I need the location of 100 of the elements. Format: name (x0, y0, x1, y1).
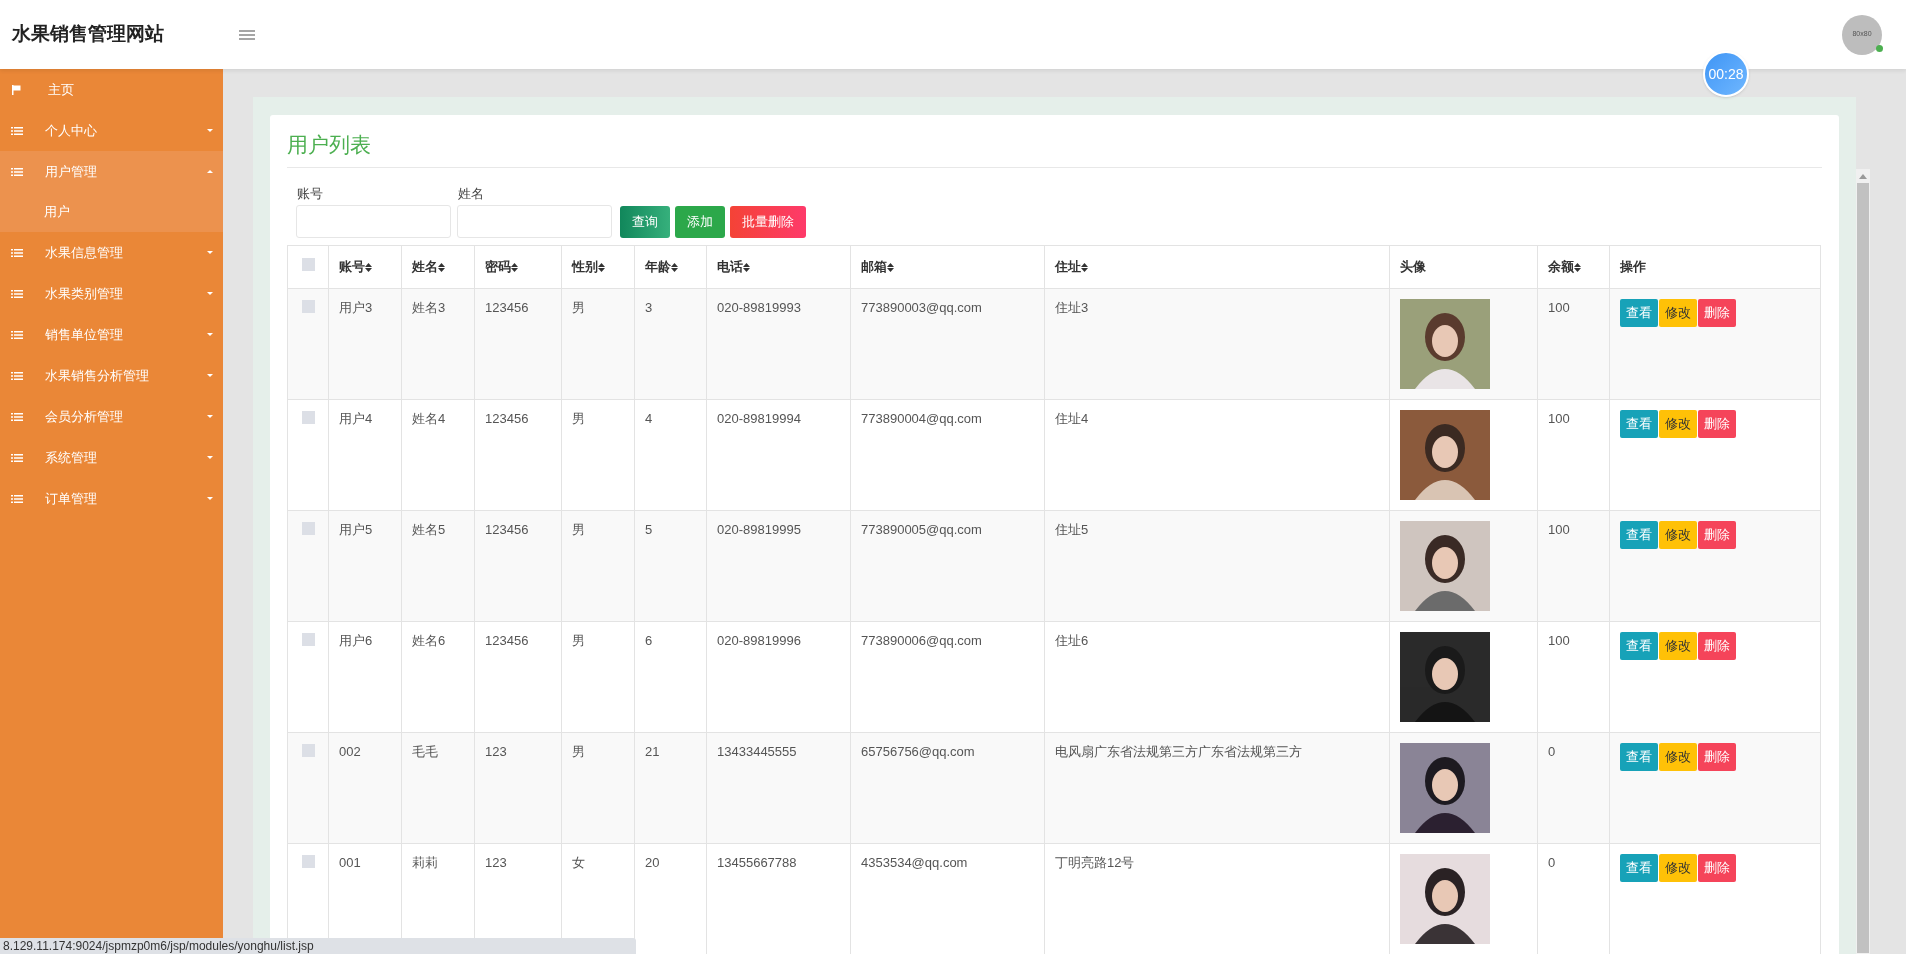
delete-button[interactable]: 删除 (1698, 743, 1736, 771)
sidebar-item[interactable]: 销售单位管理 (0, 314, 223, 355)
table-cell: 用户3 (339, 300, 373, 315)
flag-icon (11, 83, 23, 96)
table-cell: 100 (1548, 411, 1570, 426)
table-cell: 020-89819994 (717, 411, 801, 426)
table-cell: 住址5 (1055, 522, 1089, 537)
list-icon (11, 165, 23, 178)
batch-delete-button[interactable]: 批量删除 (730, 206, 806, 238)
delete-button[interactable]: 删除 (1698, 410, 1736, 438)
list-icon (11, 287, 23, 300)
add-button[interactable]: 添加 (675, 206, 725, 238)
table-cell: 住址3 (1055, 300, 1089, 315)
sort-icon (671, 262, 678, 272)
table-cell: 0 (1548, 855, 1556, 870)
column-header[interactable]: 电话 (717, 257, 750, 277)
view-button[interactable]: 查看 (1620, 743, 1658, 771)
edit-button[interactable]: 修改 (1659, 410, 1697, 438)
field-label: 账号 (297, 184, 324, 203)
sidebar-item[interactable]: 个人中心 (0, 110, 223, 151)
table-cell: 毛毛 (412, 744, 438, 759)
caret-icon (207, 415, 213, 418)
table-cell: 002 (339, 744, 361, 759)
table-cell: 男 (572, 300, 585, 315)
edit-button[interactable]: 修改 (1659, 632, 1697, 660)
list-icon (11, 451, 23, 464)
checkbox[interactable] (301, 300, 315, 313)
table-cell: 6 (645, 633, 653, 648)
input-field[interactable] (296, 205, 451, 238)
checkbox[interactable] (301, 258, 315, 272)
sidebar-item[interactable]: 主页 (0, 69, 223, 110)
table-cell: 3 (645, 300, 653, 315)
input-field[interactable] (457, 205, 612, 238)
sort-icon (887, 262, 894, 272)
list-icon (11, 369, 23, 382)
delete-button[interactable]: 删除 (1698, 299, 1736, 327)
sort-icon (1081, 262, 1088, 272)
query-button[interactable]: 查询 (620, 206, 670, 238)
sidebar-item[interactable]: 水果销售分析管理 (0, 355, 223, 396)
list-icon (11, 328, 23, 341)
list-icon (11, 410, 23, 423)
table-cell: 020-89819993 (717, 300, 801, 315)
column-header[interactable]: 密码 (485, 257, 518, 277)
checkbox[interactable] (301, 522, 315, 535)
table-cell: 女 (572, 855, 585, 870)
field-label: 姓名 (458, 184, 485, 203)
table-cell: 123456 (485, 300, 529, 315)
checkbox[interactable] (301, 744, 315, 757)
table-cell: 男 (572, 522, 585, 537)
delete-button[interactable]: 删除 (1698, 521, 1736, 549)
table-cell: 001 (339, 855, 361, 870)
sidebar-item[interactable]: 水果类别管理 (0, 273, 223, 314)
edit-button[interactable]: 修改 (1659, 299, 1697, 327)
edit-button[interactable]: 修改 (1659, 521, 1697, 549)
view-button[interactable]: 查看 (1620, 521, 1658, 549)
sort-icon (1574, 262, 1581, 272)
checkbox[interactable] (301, 855, 315, 868)
view-button[interactable]: 查看 (1620, 299, 1658, 327)
view-button[interactable]: 查看 (1620, 632, 1658, 660)
table-cell: 4353534@qq.com (861, 855, 968, 870)
table-cell: 123456 (485, 522, 529, 537)
sidebar-item[interactable]: 系统管理 (0, 437, 223, 478)
table-cell: 13433445555 (717, 744, 797, 759)
table-cell: 姓名5 (412, 522, 446, 537)
table-cell: 123456 (485, 411, 529, 426)
sort-icon (598, 262, 605, 272)
scrollbar[interactable] (1856, 169, 1870, 954)
table-cell: 020-89819995 (717, 522, 801, 537)
checkbox[interactable] (301, 633, 315, 646)
sidebar-item[interactable]: 会员分析管理 (0, 396, 223, 437)
column-header[interactable]: 住址 (1055, 257, 1088, 277)
table-cell: 姓名6 (412, 633, 446, 648)
delete-button[interactable]: 删除 (1698, 854, 1736, 882)
list-icon (11, 492, 23, 505)
sidebar-item[interactable]: 水果信息管理 (0, 232, 223, 273)
checkbox[interactable] (301, 411, 315, 424)
caret-icon (207, 251, 213, 254)
table-cell: 123 (485, 855, 507, 870)
edit-button[interactable]: 修改 (1659, 854, 1697, 882)
sidebar-item[interactable]: 用户管理 (0, 151, 223, 192)
table-cell: 020-89819996 (717, 633, 801, 648)
sidebar-subitem[interactable]: 用户 (0, 192, 223, 232)
status-url: 8.129.11.174:9024/jspmzp0m6/jsp/modules/yonghu/list.jsp (0, 938, 636, 954)
table-cell: 电风扇广东省法规第三方广东省法规第三方 (1055, 744, 1302, 759)
table-cell: 男 (572, 744, 585, 759)
view-button[interactable]: 查看 (1620, 410, 1658, 438)
table-cell: 100 (1548, 633, 1570, 648)
view-button[interactable]: 查看 (1620, 854, 1658, 882)
menu-icon[interactable] (238, 27, 256, 42)
edit-button[interactable]: 修改 (1659, 743, 1697, 771)
sidebar-item[interactable]: 订单管理 (0, 478, 223, 519)
delete-button[interactable]: 删除 (1698, 632, 1736, 660)
table-cell: 丁明亮路12号 (1055, 855, 1135, 870)
caret-icon (207, 292, 213, 295)
table-cell: 男 (572, 411, 585, 426)
timer-badge: 00:28 (1703, 51, 1749, 97)
table-cell: 65756756@qq.com (861, 744, 975, 759)
table-cell: 姓名4 (412, 411, 446, 426)
column-header[interactable]: 邮箱 (861, 257, 894, 277)
table-cell: 0 (1548, 744, 1556, 759)
